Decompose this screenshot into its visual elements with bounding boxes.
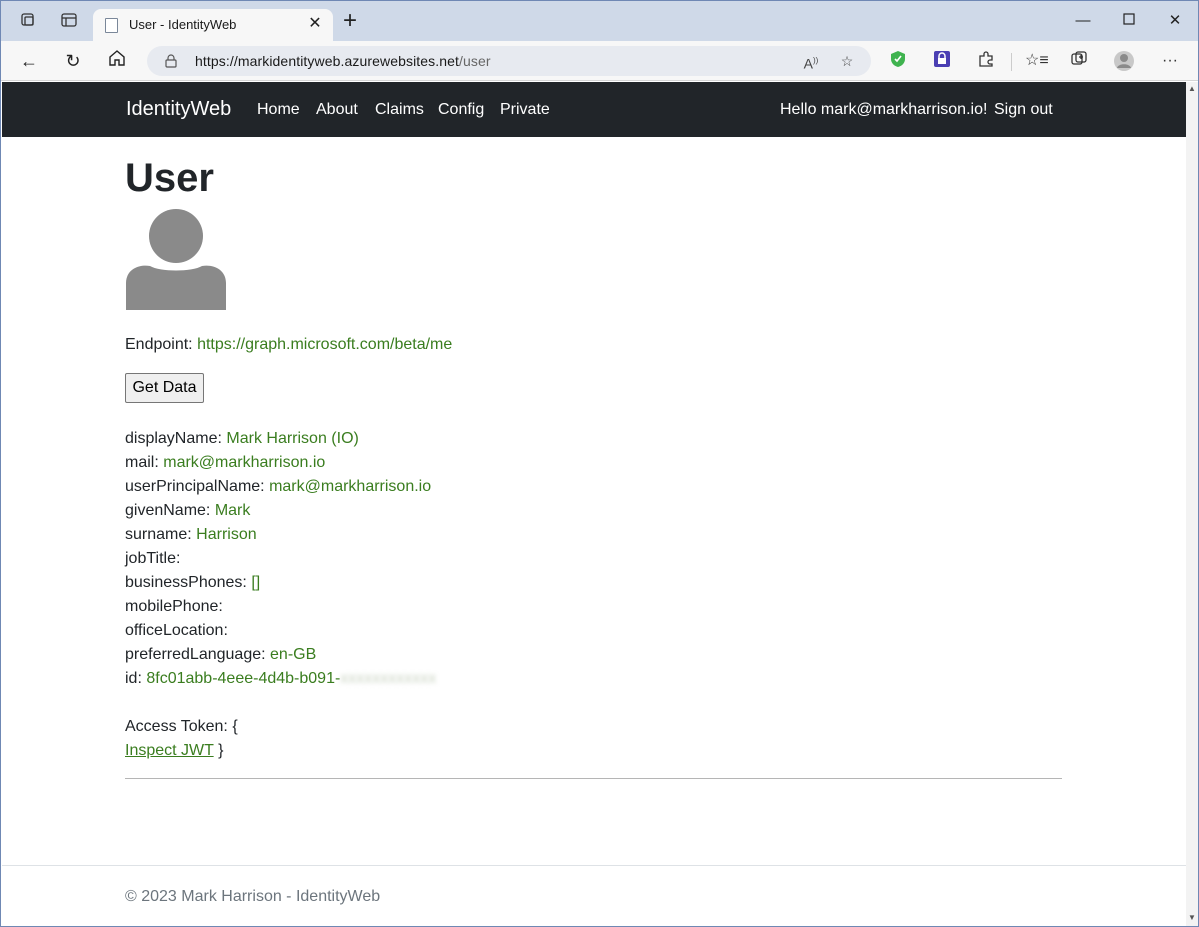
favorites-icon[interactable]: ☆≡: [1025, 50, 1049, 72]
inspect-jwt-row: Inspect JWT }: [125, 742, 223, 760]
site-navbar: IdentityWeb Home About Claims Config Pri…: [2, 82, 1186, 137]
shield-extension-icon[interactable]: [887, 50, 909, 72]
tab-actions-icon[interactable]: [59, 11, 79, 31]
field-row-businessphones: businessPhones: []: [125, 574, 260, 592]
browser-window: User - IdentityWeb ✕ + — ✕ ← ↻ https://m…: [0, 0, 1199, 927]
field-value: mark@markharrison.io: [269, 478, 432, 495]
field-row-officelocation: officeLocation:: [125, 622, 228, 640]
field-row-displayname: displayName: Mark Harrison (IO): [125, 430, 359, 448]
field-row-mail: mail: mark@markharrison.io: [125, 454, 325, 472]
signout-link[interactable]: Sign out: [994, 101, 1053, 119]
field-label: givenName:: [125, 502, 211, 519]
field-label: jobTitle:: [125, 550, 181, 567]
field-row-surname: surname: Harrison: [125, 526, 257, 544]
field-label: mobilePhone:: [125, 598, 223, 615]
footer-text: © 2023 Mark Harrison - IdentityWeb: [125, 888, 381, 905]
field-value: mark@markharrison.io: [163, 454, 326, 471]
field-value: en-GB: [270, 646, 317, 663]
nav-link-private[interactable]: Private: [500, 101, 550, 119]
browser-tab[interactable]: User - IdentityWeb ✕: [93, 9, 333, 41]
maximize-icon[interactable]: [1119, 11, 1139, 31]
field-row-id: id: 8fc01abb-4eee-4d4b-b091-xxxxxxxxxxxx: [125, 670, 436, 688]
field-value: []: [251, 574, 261, 591]
back-icon[interactable]: ←: [17, 49, 41, 73]
field-label: id:: [125, 670, 142, 687]
lock-icon[interactable]: [165, 54, 177, 68]
user-greeting: Hello mark@markharrison.io!: [780, 101, 988, 118]
field-row-preferredlanguage: preferredLanguage: en-GB: [125, 646, 316, 664]
footer-divider: [2, 865, 1186, 866]
extensions-icon[interactable]: [975, 50, 997, 72]
scroll-up-icon[interactable]: ▲: [1188, 85, 1196, 93]
nav-link-home[interactable]: Home: [257, 101, 300, 119]
field-row-userprincipalname: userPrincipalName: mark@markharrison.io: [125, 478, 431, 496]
field-label: officeLocation:: [125, 622, 228, 639]
page-scrollbar[interactable]: ▲ ▼: [1186, 82, 1198, 926]
url-text[interactable]: https://markidentityweb.azurewebsites.ne…: [195, 53, 491, 69]
endpoint-value: https://graph.microsoft.com/beta/me: [197, 336, 453, 353]
url-path: /user: [459, 53, 491, 69]
user-avatar-icon: [126, 207, 226, 310]
browser-toolbar: ← ↻ https://markidentityweb.azurewebsite…: [1, 41, 1198, 81]
page-title: User: [125, 156, 214, 200]
minimize-icon[interactable]: —: [1073, 11, 1093, 31]
get-data-button[interactable]: Get Data: [125, 373, 204, 403]
field-row-jobtitle: jobTitle:: [125, 550, 180, 568]
close-window-icon[interactable]: ✕: [1165, 11, 1185, 31]
endpoint-label: Endpoint:: [125, 336, 193, 353]
field-value: Mark Harrison (IO): [226, 430, 359, 447]
field-row-givenname: givenName: Mark: [125, 502, 250, 520]
field-label: mail:: [125, 454, 159, 471]
redacted-id-suffix: xxxxxxxxxxxx: [340, 670, 437, 687]
refresh-icon[interactable]: ↻: [61, 49, 85, 73]
add-favorite-icon[interactable]: ☆: [837, 51, 857, 71]
address-bar[interactable]: https://markidentityweb.azurewebsites.ne…: [147, 46, 871, 76]
field-label: userPrincipalName:: [125, 478, 265, 495]
content-divider: [125, 778, 1062, 779]
field-label: businessPhones:: [125, 574, 247, 591]
profile-avatar-icon[interactable]: [1113, 50, 1135, 72]
field-row-mobilephone: mobilePhone:: [125, 598, 223, 616]
more-options-icon[interactable]: ···: [1159, 50, 1181, 72]
nav-link-config[interactable]: Config: [438, 101, 484, 119]
site-brand[interactable]: IdentityWeb: [126, 98, 231, 121]
url-host: https://markidentityweb.azurewebsites.ne…: [195, 53, 460, 69]
field-value: Harrison: [196, 526, 257, 543]
access-token-row: Access Token: {: [125, 718, 238, 736]
tab-title: User - IdentityWeb: [129, 17, 237, 32]
toolbar-divider: [1011, 53, 1012, 71]
close-tab-icon[interactable]: ✕: [305, 14, 325, 34]
new-tab-icon[interactable]: +: [339, 9, 361, 33]
read-aloud-icon[interactable]: A)): [801, 51, 821, 72]
nav-link-claims[interactable]: Claims: [375, 101, 424, 119]
field-label: preferredLanguage:: [125, 646, 266, 663]
access-token-label: Access Token: {: [125, 718, 238, 735]
collections-icon[interactable]: [1068, 50, 1090, 72]
home-icon[interactable]: [105, 49, 129, 73]
scroll-down-icon[interactable]: ▼: [1188, 914, 1196, 922]
password-extension-icon[interactable]: [931, 50, 953, 72]
field-value: 8fc01abb-4eee-4d4b-b091-: [146, 670, 341, 687]
endpoint-row: Endpoint: https://graph.microsoft.com/be…: [125, 336, 452, 354]
workspaces-icon[interactable]: [18, 11, 38, 31]
page-favicon-icon: [105, 18, 118, 33]
field-value: Mark: [214, 502, 251, 519]
inspect-jwt-link[interactable]: Inspect JWT: [125, 742, 214, 759]
field-label: displayName:: [125, 430, 222, 447]
browser-titlebar: User - IdentityWeb ✕ + — ✕: [1, 1, 1198, 41]
access-token-close: }: [218, 742, 224, 759]
field-label: surname:: [125, 526, 192, 543]
nav-link-about[interactable]: About: [316, 101, 358, 119]
